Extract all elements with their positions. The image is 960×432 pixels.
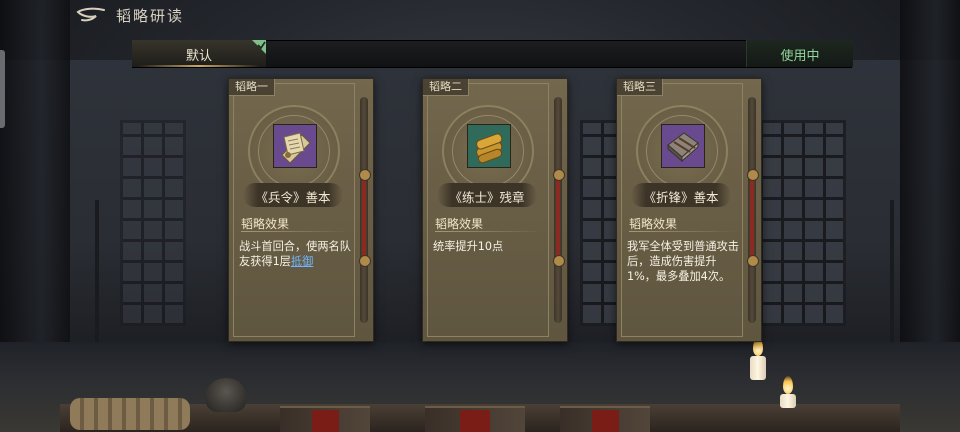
candle (780, 394, 796, 408)
strategy-card-3[interactable]: 韬略三 《折锋》善本 韬略效果 我军全体受到普通攻击后，造成伤害提升1%，最多叠… (616, 78, 762, 342)
effect-text: 我军全体受到普通攻击后，造成伤害提升1%，最多叠加4次。 (627, 240, 739, 283)
effect-keyword-link[interactable]: 抵御 (291, 255, 313, 268)
in-use-label: 使用中 (780, 49, 820, 64)
back-button[interactable] (74, 6, 108, 24)
top-header: 韬略研读 (0, 0, 960, 30)
incense-burner (206, 378, 246, 412)
tab-default-label: 默认 (185, 49, 212, 64)
lattice-window (120, 120, 186, 326)
item-name: 《练士》残章 (449, 190, 525, 205)
effect-description: 战斗首回合，使两名队友获得1层抵御 (239, 239, 351, 269)
book-prop (560, 406, 650, 432)
candle-flame (783, 376, 793, 394)
effect-description: 我军全体受到普通攻击后，造成伤害提升1%，最多叠加4次。 (627, 239, 739, 284)
book-prop (280, 406, 370, 432)
scroll-icon[interactable] (273, 124, 317, 168)
page-title: 韬略研读 (116, 7, 185, 25)
divider (435, 231, 543, 232)
item-name-plate: 《兵令》善本 (243, 183, 343, 207)
card-rail (359, 97, 371, 323)
candle (750, 356, 766, 380)
card-tag: 韬略二 (423, 79, 469, 96)
item-name: 《兵令》善本 (255, 190, 331, 205)
effect-title: 韬略效果 (241, 217, 290, 231)
side-drawer-handle[interactable] (0, 50, 5, 128)
item-name: 《折锋》善本 (643, 190, 719, 205)
tab-underline (138, 65, 260, 67)
card-rail (553, 97, 565, 323)
scroll-bundle (70, 398, 190, 430)
back-arrow-icon (76, 7, 105, 22)
strategy-card-2[interactable]: 韬略二 《练士》残章 韬略效果 统率提升10点 (422, 78, 568, 342)
tab-default[interactable]: 默认 (132, 40, 266, 67)
card-tag: 韬略三 (617, 79, 663, 96)
book-icon[interactable] (661, 124, 705, 168)
lattice-window (760, 120, 846, 326)
effect-title: 韬略效果 (629, 217, 678, 231)
item-name-plate: 《折锋》善本 (631, 183, 731, 207)
strategy-card-1[interactable]: 韬略一 《兵令》善本 韬略效果 战斗首回合，使两名队友获得1层抵御 (228, 78, 374, 342)
item-name-plate: 《练士》残章 (437, 183, 537, 207)
bamboo-slips-icon[interactable] (467, 124, 511, 168)
effect-description: 统率提升10点 (433, 239, 545, 254)
card-rail (747, 97, 759, 323)
divider (629, 231, 737, 232)
effect-title: 韬略效果 (435, 217, 484, 231)
in-use-status[interactable]: 使用中 (746, 40, 853, 67)
divider (241, 231, 349, 232)
effect-text: 统率提升10点 (433, 240, 504, 253)
card-tag: 韬略一 (229, 79, 275, 96)
book-prop (425, 406, 525, 432)
check-corner-icon (252, 40, 266, 54)
